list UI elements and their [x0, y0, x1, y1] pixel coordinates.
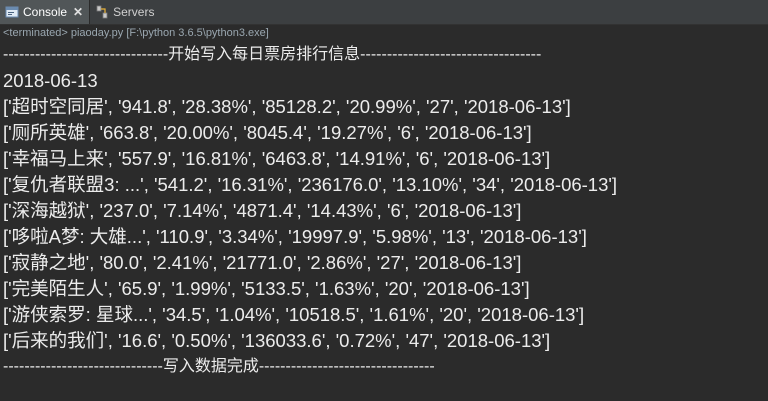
- output-line: ['深海越狱', '237.0', '7.14%', '4871.4', '14…: [3, 200, 522, 221]
- output-line: 2018-06-13: [3, 70, 98, 91]
- output-line: ['超时空同居', '941.8', '28.38%', '85128.2', …: [3, 96, 571, 117]
- output-line: ['寂静之地', '80.0', '2.41%', '21771.0', '2.…: [3, 252, 522, 273]
- output-line: ------------------------------写入数据完成----…: [3, 358, 435, 375]
- tab-console-label: Console: [23, 5, 68, 19]
- output-line: ['幸福马上来', '557.9', '16.81%', '6463.8', '…: [3, 148, 551, 169]
- servers-icon: [95, 5, 109, 19]
- process-status-line: <terminated> piaoday.py [F:\python 3.6.5…: [0, 25, 768, 42]
- tab-servers-label: Servers: [113, 5, 155, 19]
- output-line: -------------------------------开始写入每日票房排…: [3, 46, 542, 63]
- output-line: ['完美陌生人', '65.9', '1.99%', '5133.5', '1.…: [3, 278, 530, 299]
- console-output[interactable]: -------------------------------开始写入每日票房排…: [0, 42, 768, 380]
- output-line: ['后来的我们', '16.6', '0.50%', '136033.6', '…: [3, 330, 551, 351]
- close-icon[interactable]: ✕: [73, 5, 83, 19]
- tab-console[interactable]: Console ✕: [0, 0, 91, 24]
- console-icon: [5, 5, 19, 19]
- output-line: ['复仇者联盟3: ...', '541.2', '16.31%', '2361…: [3, 174, 618, 195]
- output-line: ['哆啦A梦: 大雄...', '110.9', '3.34%', '19997…: [3, 226, 587, 247]
- view-tab-bar: Console ✕ Servers: [0, 0, 768, 25]
- output-line: ['游侠索罗: 星球...', '34.5', '1.04%', '10518.…: [3, 304, 585, 325]
- tab-servers[interactable]: Servers: [90, 0, 160, 24]
- eclipse-console-view: Console ✕ Servers <terminated> piaoday.p…: [0, 0, 768, 401]
- output-line: ['厕所英雄', '663.8', '20.00%', '8045.4', '1…: [3, 122, 532, 143]
